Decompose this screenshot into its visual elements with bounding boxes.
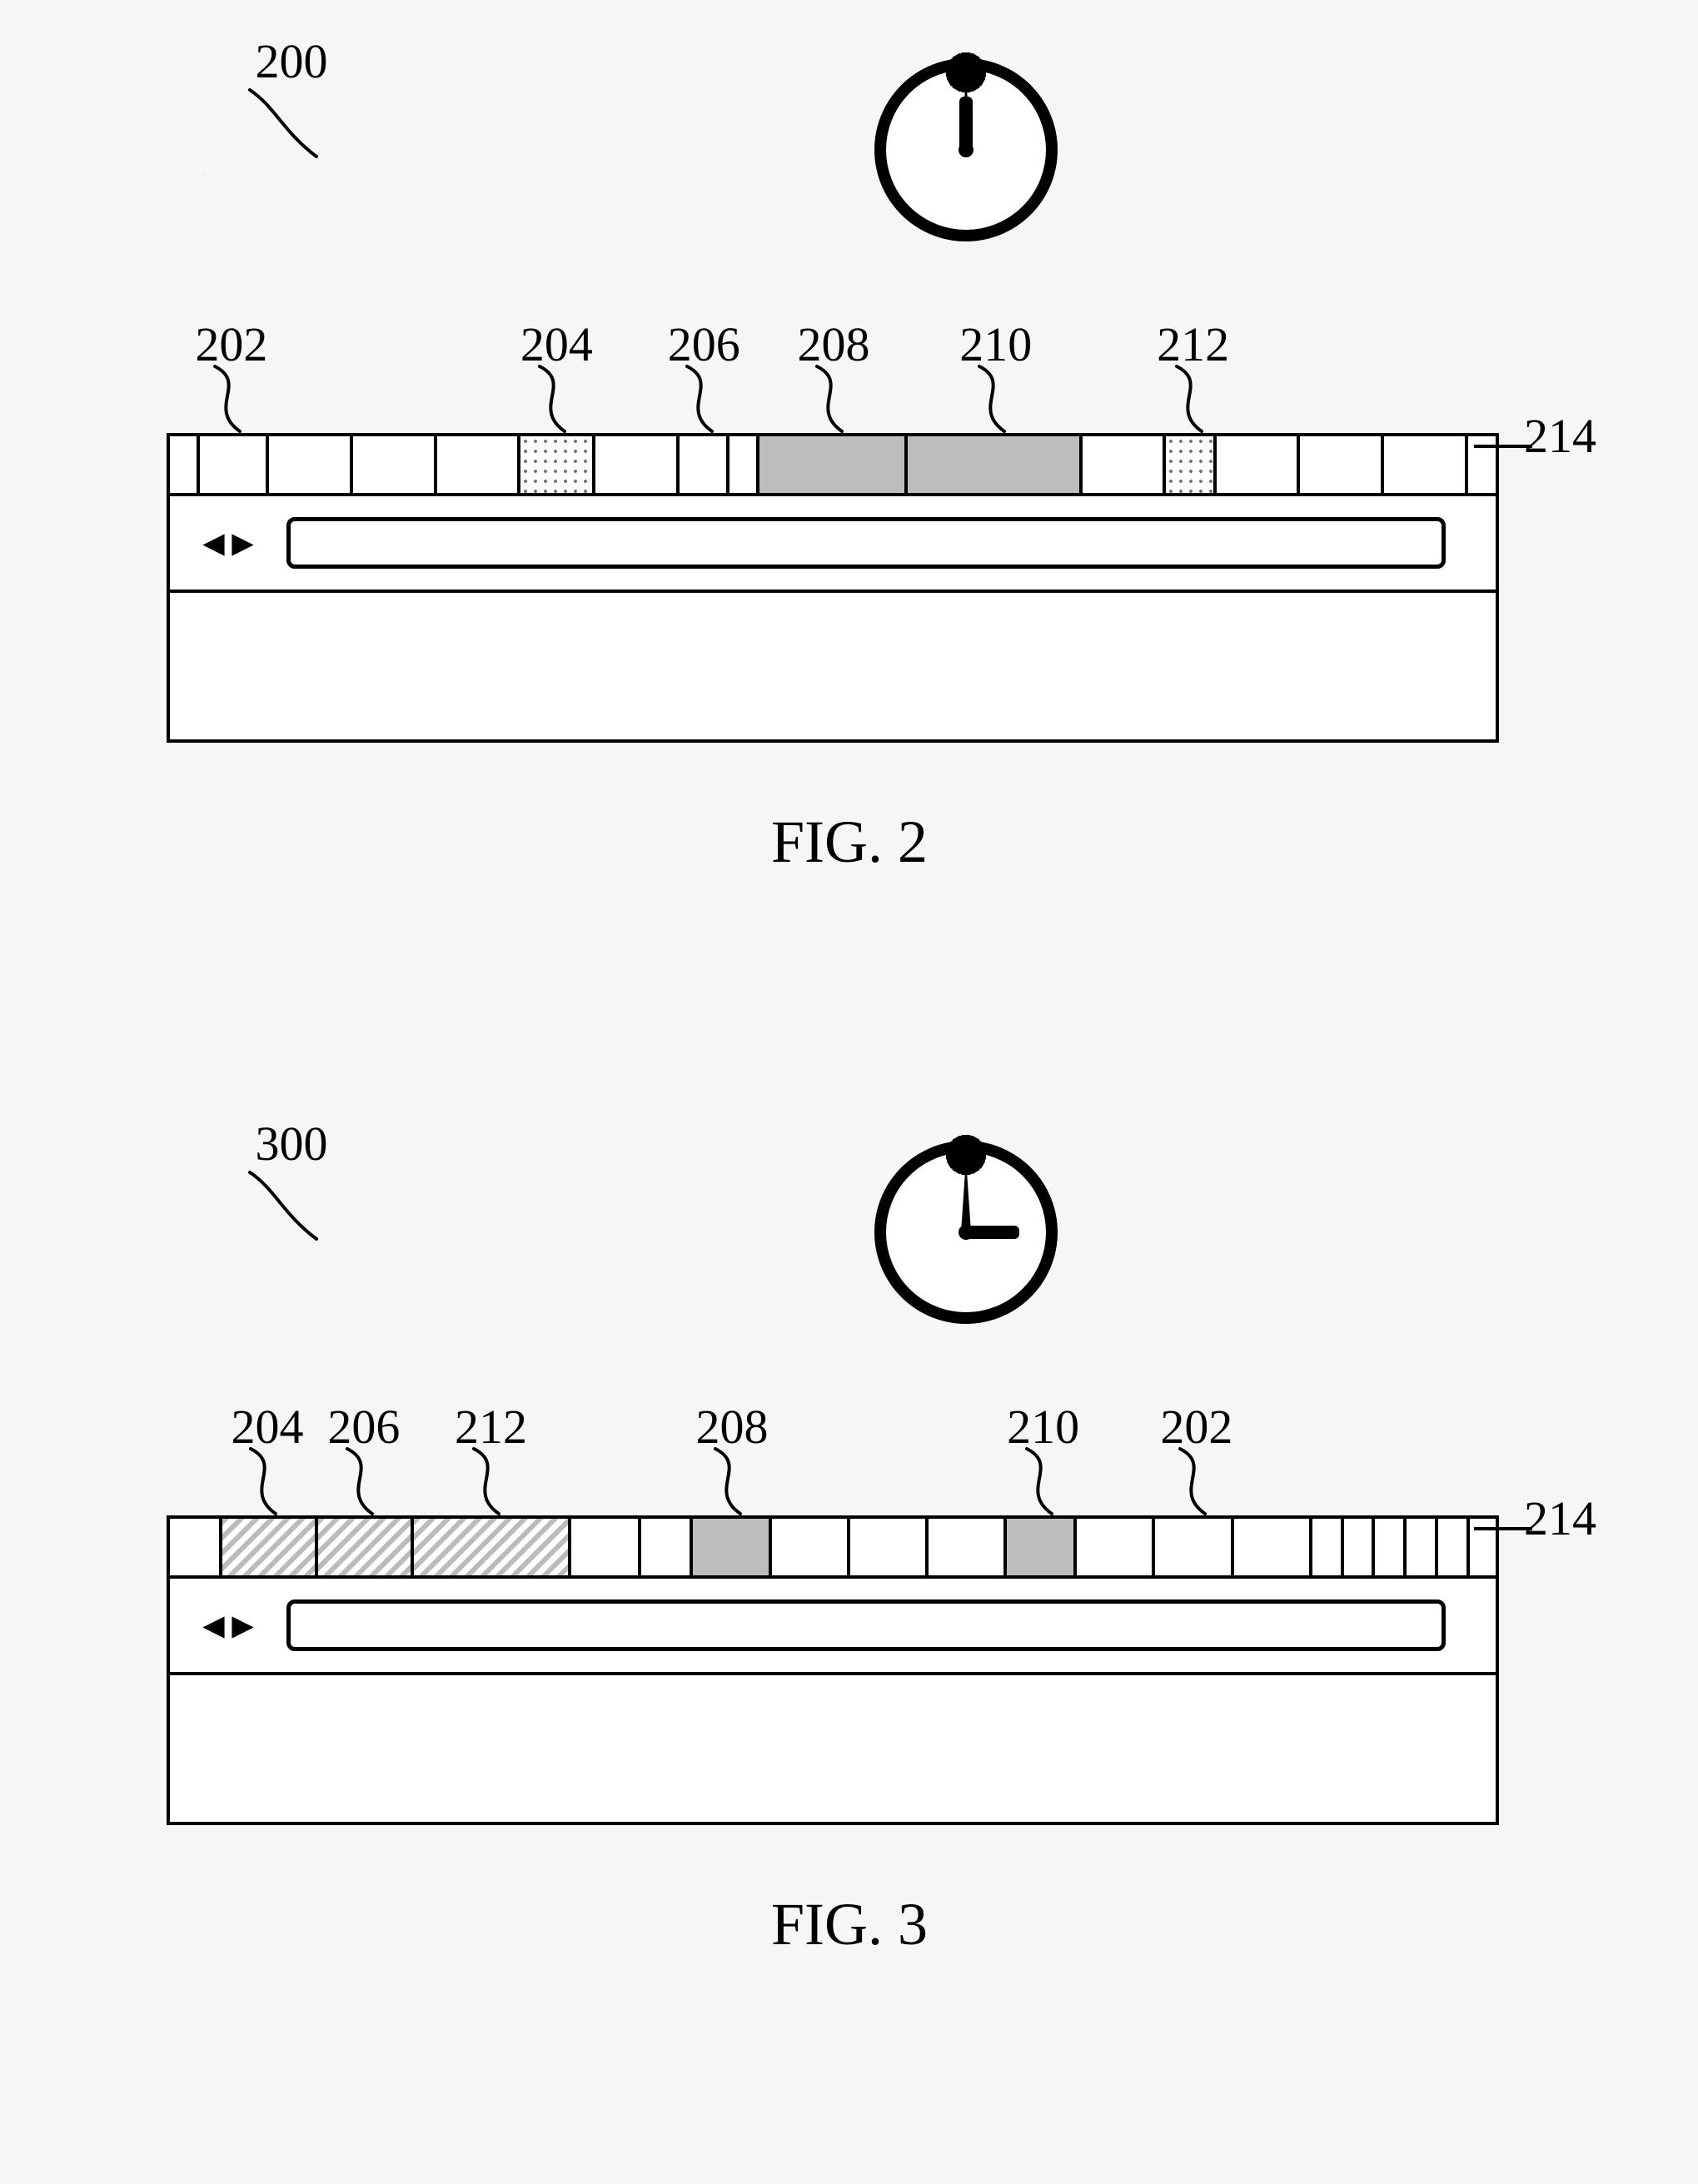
figure-caption: FIG. 2 bbox=[108, 808, 1591, 877]
browser-panel: ◂ ▸ bbox=[167, 493, 1499, 743]
address-input[interactable] bbox=[286, 517, 1446, 569]
channel-segment bbox=[269, 436, 353, 493]
channel-segment bbox=[571, 1519, 641, 1575]
channel-segment bbox=[929, 1519, 1007, 1575]
clock-icon: /*placeholder so earlier style not neede… bbox=[874, 58, 1058, 241]
bar-ref-label: 214 bbox=[1524, 1490, 1596, 1546]
segment-ref-label: 210 bbox=[959, 316, 1032, 372]
address-bar-row: ◂ ▸ bbox=[170, 1579, 1496, 1675]
bar-ref-label: 214 bbox=[1524, 408, 1596, 464]
channel-segment bbox=[170, 1519, 222, 1575]
segment-ref-label: 206 bbox=[327, 1399, 400, 1455]
channel-segment bbox=[1438, 1519, 1470, 1575]
channel-segment bbox=[772, 1519, 850, 1575]
browser-panel: ◂ ▸ bbox=[167, 1575, 1499, 1825]
channel-segment bbox=[437, 436, 521, 493]
leader-line bbox=[234, 1449, 301, 1515]
channel-segment bbox=[1155, 1519, 1233, 1575]
channel-segment bbox=[1407, 1519, 1438, 1575]
leader-line bbox=[331, 1449, 397, 1515]
channel-segment bbox=[850, 1519, 929, 1575]
segment-ref-label: 204 bbox=[520, 316, 593, 372]
channel-segment bbox=[414, 1519, 571, 1575]
leader-line bbox=[670, 366, 737, 433]
channel-segment bbox=[680, 436, 730, 493]
channel-segment bbox=[693, 1519, 771, 1575]
nav-arrows: ◂ ▸ bbox=[170, 1605, 286, 1645]
leader-line bbox=[1474, 1527, 1532, 1530]
channel-segment bbox=[520, 436, 595, 493]
channel-segment bbox=[1234, 1519, 1312, 1575]
channel-segment bbox=[729, 436, 759, 493]
figure-caption: FIG. 3 bbox=[108, 1890, 1591, 1959]
leader-line bbox=[1010, 1449, 1077, 1515]
channel-segment bbox=[595, 436, 680, 493]
nav-arrows: ◂ ▸ bbox=[170, 523, 286, 563]
segment-ref-label: 210 bbox=[1007, 1399, 1079, 1455]
leader-line bbox=[457, 1449, 524, 1515]
leader-line bbox=[1160, 366, 1227, 433]
channel-segment bbox=[200, 436, 270, 493]
channel-segment bbox=[641, 1519, 694, 1575]
channel-segment bbox=[1312, 1519, 1344, 1575]
channel-segment bbox=[1384, 436, 1468, 493]
segment-ref-label: 208 bbox=[695, 1399, 768, 1455]
forward-button[interactable]: ▸ bbox=[232, 523, 252, 563]
segment-ref-label: 212 bbox=[1157, 316, 1229, 372]
channel-segment bbox=[1077, 1519, 1155, 1575]
leader-line bbox=[523, 366, 590, 433]
leader-line bbox=[242, 1164, 341, 1247]
clock-icon bbox=[874, 1141, 1058, 1324]
leader-line bbox=[242, 82, 341, 165]
leader-line bbox=[1163, 1449, 1230, 1515]
segment-ref-label: 208 bbox=[798, 316, 870, 372]
forward-button[interactable]: ▸ bbox=[232, 1605, 252, 1645]
back-button[interactable]: ◂ bbox=[204, 523, 224, 563]
channel-segment bbox=[1375, 1519, 1407, 1575]
leader-line bbox=[800, 366, 867, 433]
channel-segment bbox=[1007, 1519, 1077, 1575]
address-input[interactable] bbox=[286, 1599, 1446, 1651]
channel-segment bbox=[1300, 436, 1384, 493]
leader-line bbox=[963, 366, 1029, 433]
leader-line bbox=[198, 366, 265, 433]
figure-id-label: 200 bbox=[256, 33, 328, 89]
channel-segment bbox=[1166, 436, 1217, 493]
segment-ref-label: 206 bbox=[668, 316, 740, 372]
channel-bar bbox=[167, 433, 1499, 496]
channel-segment bbox=[170, 436, 200, 493]
channel-bar bbox=[167, 1515, 1499, 1579]
channel-segment bbox=[222, 1519, 318, 1575]
channel-segment bbox=[759, 436, 908, 493]
segment-ref-label: 204 bbox=[232, 1399, 304, 1455]
segment-ref-label: 202 bbox=[1160, 1399, 1232, 1455]
channel-segment bbox=[1217, 436, 1301, 493]
back-button[interactable]: ◂ bbox=[204, 1605, 224, 1645]
leader-line bbox=[1474, 445, 1532, 448]
leader-line bbox=[699, 1449, 765, 1515]
figure-id-label: 300 bbox=[256, 1116, 328, 1172]
address-bar-row: ◂ ▸ bbox=[170, 496, 1496, 593]
channel-segment bbox=[318, 1519, 414, 1575]
segment-ref-label: 202 bbox=[195, 316, 267, 372]
channel-segment bbox=[908, 436, 1082, 493]
channel-segment bbox=[1344, 1519, 1376, 1575]
segment-ref-label: 212 bbox=[455, 1399, 527, 1455]
channel-segment bbox=[353, 436, 437, 493]
channel-segment bbox=[1083, 436, 1167, 493]
